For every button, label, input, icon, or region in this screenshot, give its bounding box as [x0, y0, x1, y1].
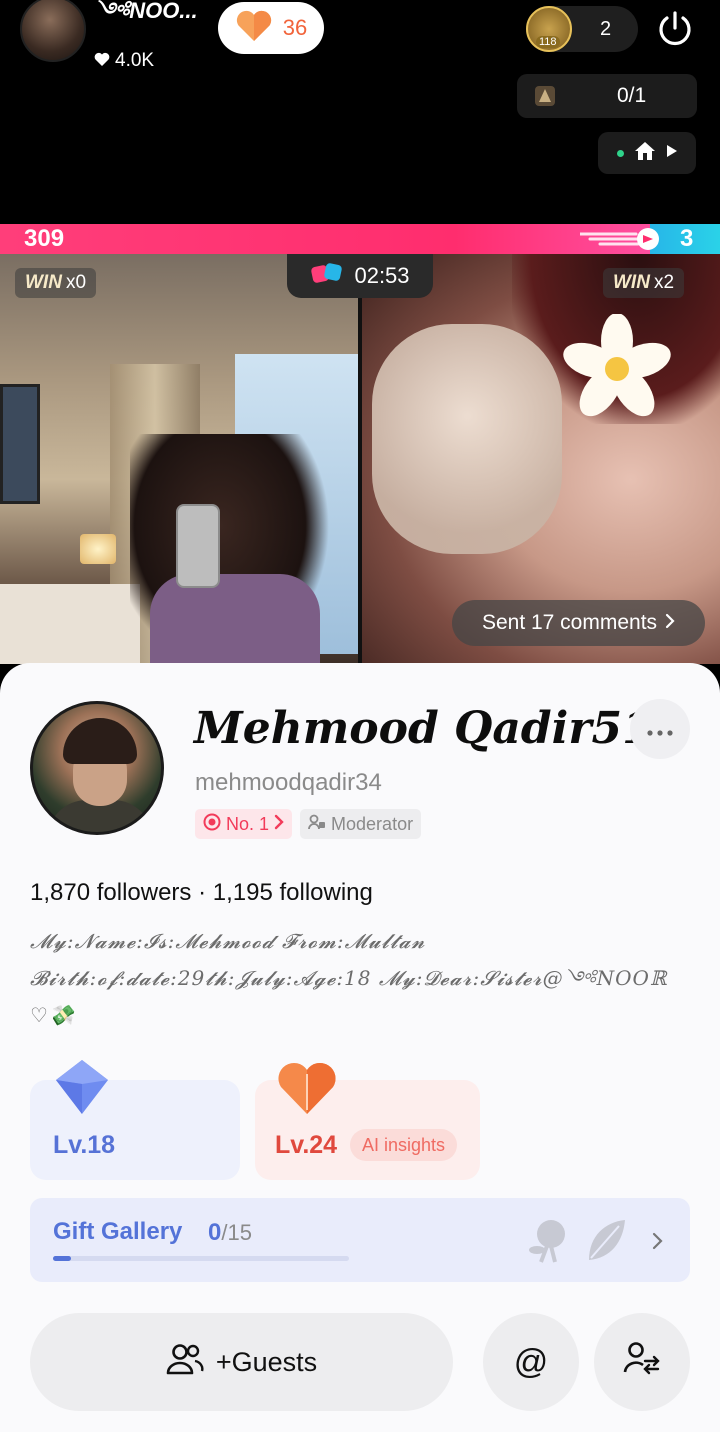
bio-line: ♡💸 [30, 1003, 75, 1027]
like-button[interactable]: 36 [218, 2, 324, 54]
mention-button[interactable]: @ [483, 1313, 579, 1411]
rank-value: 0/1 [617, 84, 647, 107]
flower-icon [563, 314, 671, 417]
user-switch-icon [623, 1341, 661, 1384]
left-team-score: 309 [24, 225, 65, 252]
viewer-pill[interactable]: 118 2 [526, 6, 638, 52]
more-options-button[interactable] [630, 699, 690, 759]
left-win-label: WIN [25, 272, 62, 293]
gift-gallery-total: /15 [221, 1220, 252, 1245]
guests-icon [166, 1343, 204, 1382]
left-room-picture [0, 384, 40, 504]
score-flash-icon [580, 228, 659, 250]
viewer-count: 2 [600, 17, 612, 40]
sent-comments-label: Sent 17 comments [481, 611, 658, 634]
bio-line: 𝓜𝔂:𝓝𝓪𝓶𝓮:𝓘𝓼:𝓜𝓮𝓱𝓶𝓸𝓸𝓭 𝓕𝓻𝓸𝓶:𝓜𝓾𝓵𝓽𝓪𝓷 [30, 929, 426, 953]
like-count: 36 [282, 15, 308, 40]
bio-line: 𝓑𝓲𝓻𝓽𝓱:𝓸𝓯:𝓭𝓪𝓽𝓮:29𝓽𝓱:𝓙𝓾𝓵𝔂:𝓐𝓰𝓮:18 𝓜𝔂:𝓓𝓮𝓪𝓻:𝓢… [30, 966, 668, 990]
gift-leaf-icon [589, 1220, 625, 1260]
follow-stats[interactable]: 1,870 followers · 1,195 following [30, 879, 373, 907]
heart-icon [94, 50, 110, 72]
add-guests-button[interactable]: +Guests [30, 1313, 453, 1411]
timer-value: 02:53 [354, 263, 410, 288]
left-streamer-phone [176, 504, 220, 588]
gift-gallery-progress [53, 1256, 349, 1261]
home-icon [634, 141, 656, 166]
profile-handle: mehmoodqadir34 [195, 769, 382, 796]
right-win-badge: WIN x2 [603, 268, 685, 298]
switch-user-button[interactable] [594, 1313, 690, 1411]
left-team-bar [0, 224, 650, 254]
room-nav-pill[interactable] [598, 132, 696, 174]
diamond-level-icon [56, 1060, 108, 1114]
chevron-right-icon [665, 611, 675, 635]
profile-sheet: Mehmood Qadir516 mehmoodqadir34 No. 1 Mo… [0, 663, 720, 1432]
right-streamer-hand [372, 324, 562, 554]
heart-icon [235, 10, 273, 47]
host-name: ༺NOO... [94, 0, 198, 23]
right-win-count: x2 [653, 272, 675, 293]
rank-tag[interactable]: No. 1 [195, 809, 293, 839]
fan-heart-icon [278, 1062, 336, 1114]
left-room-bed [0, 584, 140, 664]
mention-label: @ [513, 1342, 549, 1381]
viewer-level-badge: 118 [536, 36, 560, 48]
top-bar: ༺NOO... 4.0K 36 118 2 0/1 [0, 0, 720, 224]
play-icon [666, 144, 678, 163]
gift-gallery-count: 0/15 [208, 1219, 252, 1247]
gift-gallery-progress-fill [53, 1256, 71, 1261]
left-win-badge: WIN x0 [15, 268, 97, 298]
rank-pill[interactable]: 0/1 [517, 74, 697, 118]
gift-rose-icon [529, 1220, 565, 1263]
moderator-tag: Moderator [300, 809, 422, 839]
add-guests-label: +Guests [215, 1346, 318, 1377]
right-team-score: 3 [680, 225, 694, 252]
more-dots-icon [647, 715, 673, 743]
user-level-label: Lv.18 [53, 1131, 116, 1159]
trophy-icon [529, 80, 561, 112]
moderator-icon [308, 814, 326, 835]
gift-gallery[interactable]: Gift Gallery 0/15 [30, 1198, 690, 1282]
avatar-hair [63, 718, 137, 764]
profile-tags: No. 1 Moderator [195, 809, 422, 839]
host-likes-count: 4.0K [115, 50, 155, 71]
host-avatar[interactable] [20, 0, 86, 62]
viewer-avatar[interactable]: 118 [526, 6, 572, 52]
left-win-count: x0 [65, 272, 87, 293]
rank-tag-label: No. 1 [226, 813, 270, 834]
status-dot [616, 149, 624, 157]
moderator-label: Moderator [331, 813, 414, 834]
battle-gloves-icon [310, 260, 344, 292]
battle-timer: 02:53 [287, 254, 433, 298]
gift-gallery-title: Gift Gallery [53, 1218, 183, 1245]
profile-bio: 𝓜𝔂:𝓝𝓪𝓶𝓮:𝓘𝓼:𝓜𝓮𝓱𝓶𝓸𝓸𝓭 𝓕𝓻𝓸𝓶:𝓜𝓾𝓵𝓽𝓪𝓷 𝓑𝓲𝓻𝓽𝓱:𝓸𝓯:… [30, 923, 690, 1034]
fan-level-label: Lv.24 [275, 1131, 338, 1159]
host-details: ༺NOO... 4.0K [94, 0, 214, 72]
chevron-right-icon [652, 1226, 664, 1257]
medal-icon [203, 813, 221, 836]
chevron-right-icon [274, 814, 284, 835]
profile-avatar[interactable] [30, 701, 164, 835]
left-streamer-sweater [150, 574, 320, 664]
profile-name: Mehmood Qadir516 [194, 703, 684, 754]
host-likes: 4.0K [94, 50, 214, 72]
right-win-label: WIN [613, 272, 650, 293]
ai-insights-badge[interactable]: AI insights [350, 1129, 458, 1161]
gift-gallery-collected: 0 [208, 1219, 222, 1246]
power-button[interactable] [652, 8, 698, 54]
left-video-pane[interactable] [0, 254, 358, 664]
sent-comments-button[interactable]: Sent 17 comments [452, 600, 705, 646]
power-icon [656, 10, 694, 53]
left-room-lamp [80, 534, 116, 564]
